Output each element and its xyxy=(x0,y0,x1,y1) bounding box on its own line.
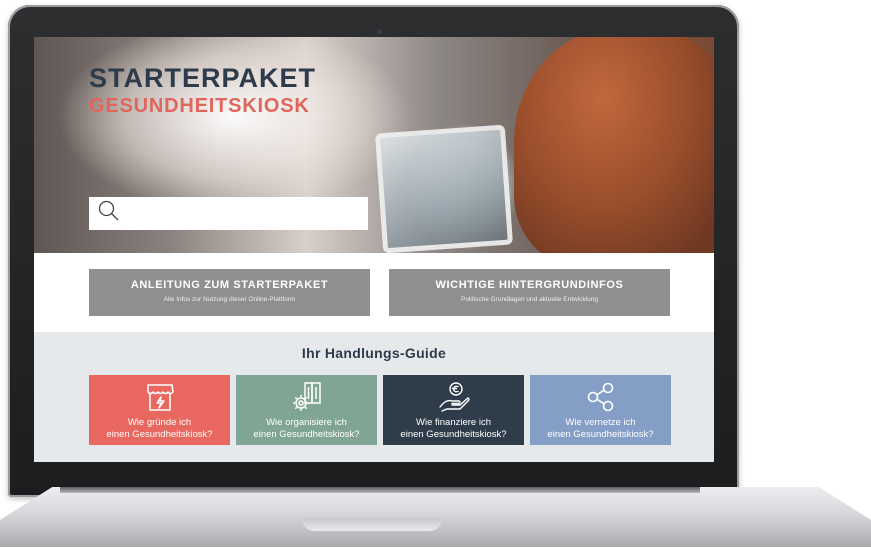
guide-card-finance[interactable]: Wie finanziere ich einen Gesundheitskios… xyxy=(383,375,524,445)
guide-card-finance-line2: einen Gesundheitskiosk? xyxy=(400,429,507,440)
instructions-button-title: ANLEITUNG ZUM STARTERPAKET xyxy=(130,279,329,291)
guide-card-organize-line1: Wie organisiere ich xyxy=(266,417,347,428)
hero-photo-tablet xyxy=(374,124,514,253)
guide-card-network-line2: einen Gesundheitskiosk? xyxy=(547,429,654,440)
guide-card-network[interactable]: Wie vernetze ich einen Gesundheitskiosk? xyxy=(530,375,671,445)
share-network-icon xyxy=(587,382,613,412)
search-icon[interactable] xyxy=(97,199,121,228)
hero-banner: STARTERPAKET GESUNDHEITSKIOSK xyxy=(34,37,714,253)
webcam xyxy=(377,29,382,34)
guide-title: Ihr Handlungs-Guide xyxy=(301,345,447,361)
laptop-base xyxy=(0,487,871,547)
guide-card-found-line2: einen Gesundheitskiosk? xyxy=(106,429,213,440)
kiosk-store-icon xyxy=(146,384,174,411)
page-title: STARTERPAKET xyxy=(89,63,316,93)
instructions-button-subtitle: Alle Infos zur Nutzung dieser Online-Pla… xyxy=(163,296,296,303)
search-box[interactable] xyxy=(89,197,368,230)
laptop-hinge xyxy=(60,487,700,493)
guide-card-found[interactable]: Wie gründe ich einen Gesundheitskiosk? xyxy=(89,375,230,445)
background-info-button[interactable]: WICHTIGE HINTERGRUNDINFOS Politische Gru… xyxy=(389,269,670,316)
background-info-button-title: WICHTIGE HINTERGRUNDINFOS xyxy=(435,279,624,291)
laptop-opening-notch xyxy=(302,518,442,531)
guide-card-finance-line1: Wie finanziere ich xyxy=(416,417,491,428)
guide-section: Ihr Handlungs-Guide Wie gründe ich einen… xyxy=(34,332,714,462)
guide-card-organize-line2: einen Gesundheitskiosk? xyxy=(253,429,360,440)
hero-photo-woman xyxy=(514,37,714,253)
search-input[interactable] xyxy=(121,198,368,229)
guide-card-organize[interactable]: Wie organisiere ich einen Gesundheitskio… xyxy=(236,375,377,445)
hand-coin-icon xyxy=(438,382,470,412)
guide-card-found-line1: Wie gründe ich xyxy=(127,417,192,428)
background-info-button-subtitle: Politische Grundlagen und aktuelle Entwi… xyxy=(461,296,598,303)
guide-card-network-line1: Wie vernetze ich xyxy=(565,417,636,428)
gear-documents-icon xyxy=(292,382,321,411)
website-screen: STARTERPAKET GESUNDHEITSKIOSK ANLEITUNG … xyxy=(34,37,714,462)
page-subtitle: GESUNDHEITSKIOSK xyxy=(89,95,310,117)
instructions-button[interactable]: ANLEITUNG ZUM STARTERPAKET Alle Infos zu… xyxy=(89,269,370,316)
